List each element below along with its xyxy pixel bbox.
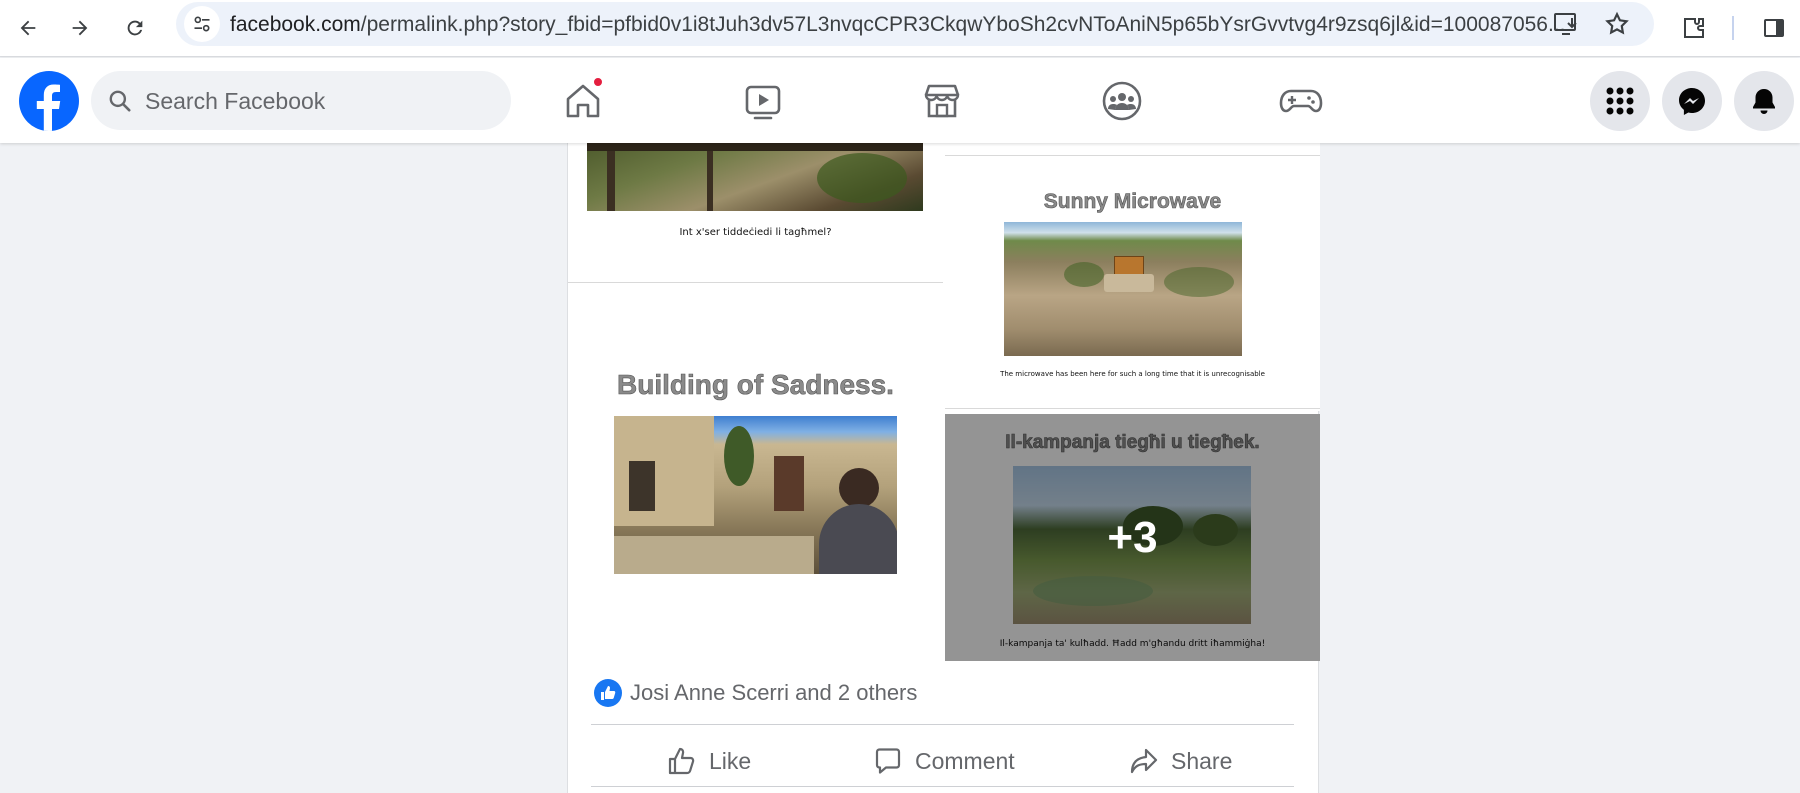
tile-2-top-border [945, 155, 1320, 156]
apps-grid-icon [1606, 87, 1634, 115]
marketplace-tab[interactable] [917, 76, 967, 126]
more-photos-count: +3 [1107, 512, 1158, 562]
home-tab[interactable] [558, 76, 608, 126]
more-photos-overlay[interactable]: +3 [945, 414, 1320, 661]
microwave-photo [1004, 222, 1242, 356]
site-info-icon[interactable] [184, 6, 220, 42]
tile-2-bottom-border [945, 408, 1320, 409]
search-placeholder: Search Facebook [145, 88, 326, 114]
extensions-icon[interactable] [1674, 8, 1714, 48]
messenger-icon [1679, 88, 1705, 115]
search-icon [107, 88, 133, 119]
toolbar-divider [1732, 16, 1734, 40]
address-bar[interactable]: facebook.com/permalink.php?story_fbid=pf… [176, 2, 1654, 46]
actions-bottom-divider [591, 786, 1294, 787]
facebook-logo-icon[interactable] [19, 71, 79, 131]
post-card: Int x'ser tiddeċiedi li tagħmel? Sunny M… [567, 143, 1320, 793]
reactions-text: Josi Anne Scerri and 2 others [630, 680, 918, 705]
comment-icon [875, 748, 901, 774]
groups-tab[interactable] [1097, 76, 1147, 126]
share-label: Share [1171, 747, 1233, 774]
garden-photo [587, 143, 923, 211]
video-tab[interactable] [738, 76, 788, 126]
photo-tile-4-more[interactable]: Il-kampanja tiegħi u tiegħek. Il-kampanj… [945, 414, 1320, 661]
like-label: Like [709, 747, 752, 774]
comment-label: Comment [915, 747, 1015, 774]
like-icon [668, 747, 695, 775]
building-photo [614, 416, 897, 574]
share-icon [1130, 748, 1158, 774]
bookmark-star-icon[interactable] [1604, 11, 1630, 42]
video-icon [745, 85, 781, 120]
tile-2-title: Sunny Microwave [1043, 190, 1222, 214]
notification-dot [592, 76, 604, 88]
facebook-header: Search Facebook [0, 58, 1800, 143]
gaming-tab[interactable] [1276, 76, 1326, 126]
tile-1-caption: Int x'ser tiddeċiedi li tagħmel? [679, 227, 832, 238]
menu-button[interactable] [1590, 71, 1650, 131]
install-app-icon[interactable] [1554, 12, 1580, 41]
browser-toolbar: facebook.com/permalink.php?story_fbid=pf… [0, 0, 1800, 57]
gaming-icon [1279, 89, 1323, 113]
photo-tile-2[interactable]: Sunny Microwave The microwave has been h… [945, 143, 1320, 411]
photo-tile-1[interactable]: Int x'ser tiddeċiedi li tagħmel? [568, 143, 943, 283]
reload-icon[interactable] [115, 8, 155, 48]
marketplace-icon [924, 84, 960, 118]
actions-top-divider [591, 724, 1294, 725]
tile-2-caption: The microwave has been here for such a l… [1000, 370, 1265, 378]
photo-tile-3[interactable]: Building of Sadness. [568, 287, 943, 661]
side-panel-icon[interactable] [1754, 8, 1794, 48]
tile-1-border [568, 282, 943, 283]
messenger-button[interactable] [1662, 71, 1722, 131]
comment-button[interactable]: Comment [873, 741, 1015, 781]
groups-icon [1102, 81, 1142, 121]
bell-icon [1753, 89, 1775, 114]
like-reaction-icon [594, 679, 622, 707]
like-button[interactable]: Like [667, 741, 751, 781]
tile-3-title: Building of Sadness. [617, 369, 895, 401]
url-text[interactable]: facebook.com/permalink.php?story_fbid=pf… [230, 13, 1570, 37]
back-icon[interactable] [8, 8, 48, 48]
forward-icon[interactable] [60, 8, 100, 48]
share-button[interactable]: Share [1129, 741, 1232, 781]
notifications-button[interactable] [1734, 71, 1794, 131]
reactions-summary[interactable]: Josi Anne Scerri and 2 others [594, 678, 917, 708]
search-input[interactable]: Search Facebook [91, 71, 511, 130]
